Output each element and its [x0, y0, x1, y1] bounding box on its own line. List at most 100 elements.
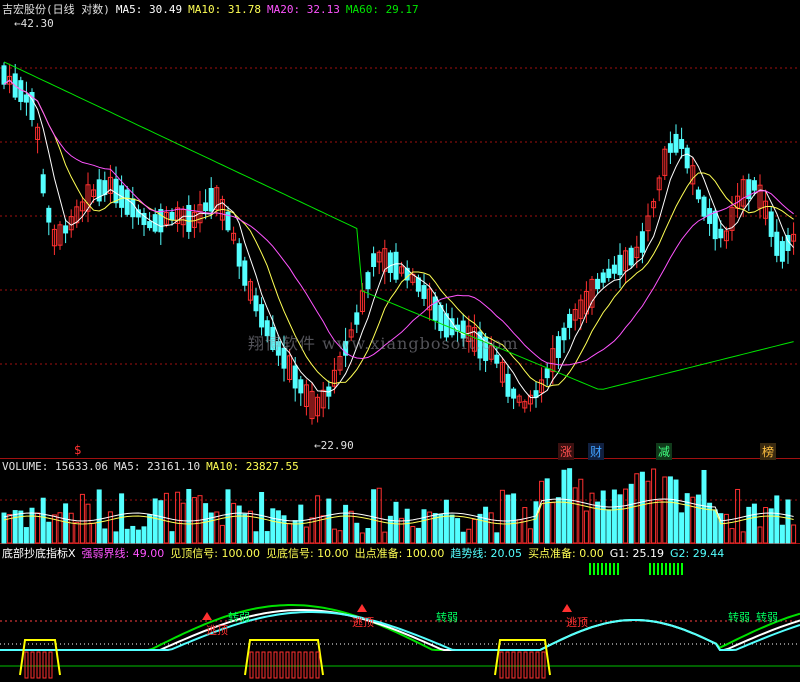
buy-zone-bar [36, 651, 41, 679]
volume-bar [695, 494, 701, 544]
candle-body [774, 231, 780, 256]
volume-bar [628, 483, 634, 544]
volume-bar [35, 512, 41, 544]
buy-zone-bar [505, 651, 510, 679]
volume-bar [746, 506, 752, 544]
volume-bar [740, 531, 746, 544]
volume-bar [63, 503, 69, 544]
candle-body [639, 231, 645, 253]
candle-body [600, 272, 606, 283]
volume-bar [757, 526, 763, 544]
candle-body [751, 180, 757, 191]
volume-bar [684, 493, 690, 544]
volume-bar [785, 499, 791, 544]
volume-bar [779, 524, 785, 544]
buy-zone-bar [315, 651, 320, 679]
volume-bar [421, 509, 427, 544]
volume-bar [393, 501, 399, 544]
volume-bar [544, 478, 550, 544]
volume-bar [186, 488, 192, 544]
candle-body [169, 211, 175, 221]
indicator-name: 底部抄底指标X [2, 547, 76, 560]
buy-zone-bar [291, 651, 296, 679]
event-badge-dividend[interactable]: $ [72, 443, 84, 457]
exit-marker-icon [562, 604, 572, 612]
volume-bar [723, 513, 729, 544]
volume-bar [751, 503, 757, 544]
volume-bar [623, 488, 629, 544]
g1-value: G1: 25.19 [609, 547, 664, 560]
strong-weak-line: 强弱界线: 49.00 [81, 547, 165, 560]
volume-bar [499, 489, 505, 544]
volume-bar [147, 514, 153, 544]
volume-bar [382, 531, 388, 544]
candle-body [236, 243, 242, 267]
candle-body [415, 277, 421, 292]
buy-zone-bar [523, 651, 528, 679]
volume-bar [617, 494, 623, 544]
volume-bar [712, 509, 718, 544]
candle-body [684, 147, 690, 169]
candle-body [673, 133, 679, 153]
volume-bar [455, 518, 461, 544]
volume-bar [68, 512, 74, 544]
buy-zone-bar [529, 651, 534, 679]
volume-bar [651, 468, 657, 544]
candle-body [438, 304, 444, 332]
candle-body [387, 252, 393, 273]
volume-bar [315, 495, 321, 544]
volume-bar [488, 512, 494, 544]
volume-bar [449, 514, 455, 544]
candle-body [667, 143, 673, 153]
candle-body [130, 198, 136, 218]
stock-title: 吉宏股份(日线 对数) [2, 3, 110, 16]
candle-body [158, 209, 164, 233]
buy-zone-bar [255, 651, 260, 679]
buy-zone-bar [30, 651, 35, 679]
volume-bar [365, 528, 371, 544]
candle-body [365, 272, 371, 290]
candle-body [298, 379, 304, 394]
escape-label-2: 逃顶 [352, 616, 374, 629]
event-badge-list[interactable]: 榜 [760, 443, 777, 460]
volume-bar [141, 526, 147, 544]
candle-body [544, 368, 550, 379]
volume-bar [768, 508, 774, 544]
buy-zone-bar [535, 651, 540, 679]
buy-zone-bar [517, 651, 522, 679]
candle-body [611, 264, 617, 274]
buy-zone-bar [273, 651, 278, 679]
event-badge-reduce[interactable]: 减 [656, 443, 673, 460]
volume-bar [673, 479, 679, 544]
event-badge-rise[interactable]: 涨 [558, 443, 575, 460]
buy-zone-bar [48, 651, 53, 679]
volume-value: VOLUME: 15633.06 [2, 460, 108, 473]
volume-bar [124, 528, 130, 544]
buy-zone-bar [42, 651, 47, 679]
buy-zone-bar [24, 651, 29, 679]
ma20-value: MA20: 32.13 [266, 3, 340, 16]
low-price-label: ←22.90 [314, 439, 354, 452]
volume-bar [225, 489, 231, 544]
candle-body [186, 204, 192, 232]
volume-bar [539, 480, 545, 544]
volume-bar [96, 489, 102, 544]
volume-bar [79, 493, 85, 544]
volume-bar [203, 503, 209, 544]
volume-bar [533, 501, 539, 544]
volume-bar [264, 531, 270, 544]
volume-bar [275, 510, 281, 544]
candle-body [208, 187, 214, 212]
candle-body [63, 225, 69, 234]
volume-bar [46, 521, 52, 544]
event-badge-finance[interactable]: 财 [588, 443, 605, 460]
volume-ma10: MA10: 23827.55 [206, 460, 299, 473]
volume-bar [791, 524, 797, 544]
volume-bar [326, 498, 332, 544]
buy-zone-bar [511, 651, 516, 679]
candle-body [46, 207, 52, 223]
volume-bar [219, 524, 225, 544]
candle-body [147, 221, 153, 229]
candle-body [259, 304, 265, 328]
volume-bar [634, 473, 640, 544]
